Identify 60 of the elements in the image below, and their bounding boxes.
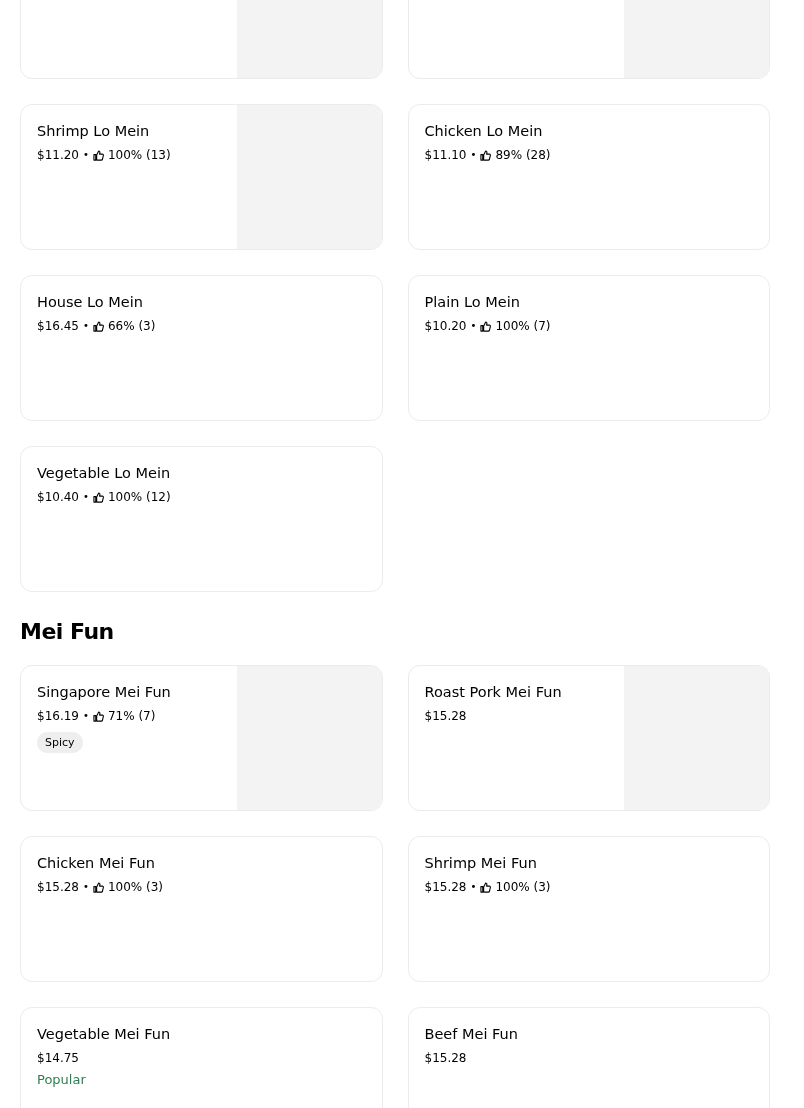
separator-dot: • [83, 148, 89, 162]
item-name: Chicken Mei Fun [37, 854, 155, 873]
spicy-tag: Spicy [37, 732, 83, 753]
menu-item-card[interactable]: Plain Lo Mein $10.20 • 100% (7) [407, 275, 770, 421]
item-rating: 100% (13) [107, 147, 171, 163]
menu-item-card[interactable]: Shrimp Mei Fun $15.28 • 100% (3) [407, 836, 770, 982]
item-price: $11.20 [37, 147, 79, 163]
thumbs-up-icon [92, 320, 104, 332]
item-rating: 66% (3) [107, 318, 156, 334]
item-name: Plain Lo Mein [424, 293, 520, 312]
menu-item-card[interactable]: House Lo Mein $16.45 • 66% (3) [20, 275, 383, 421]
thumbs-up-icon [480, 149, 492, 161]
separator-dot: • [83, 319, 89, 333]
item-name: Singapore Mei Fun [37, 683, 171, 702]
item-name: House Lo Mein [37, 293, 143, 312]
thumbs-up-icon [92, 149, 104, 161]
menu-item-card[interactable]: Roast Pork Mei Fun $15.28 [407, 665, 770, 811]
item-name: Shrimp Mei Fun [424, 854, 537, 873]
item-name: Chicken Lo Mein [424, 122, 543, 141]
item-name: Vegetable Lo Mein [37, 464, 171, 483]
item-price: $16.19 [37, 708, 79, 724]
section-title: Mei Fun [20, 618, 115, 646]
item-rating: 100% (3) [107, 879, 164, 895]
item-name: Vegetable Mei Fun [37, 1025, 171, 1044]
item-price: $10.20 [424, 318, 467, 334]
thumbs-up-icon [92, 710, 104, 722]
thumbs-up-icon [480, 881, 492, 893]
thumbs-up-icon [480, 320, 492, 332]
menu-item-card[interactable]: Shrimp Lo Mein $11.20 • 100% (13) [20, 104, 383, 250]
item-price: $14.75 [37, 1050, 79, 1066]
item-name: Shrimp Lo Mein [37, 122, 150, 141]
separator-dot: • [470, 148, 477, 162]
item-name: Beef Mei Fun [424, 1025, 518, 1044]
menu-item-card[interactable]: Chicken Mei Fun $15.28 • 100% (3) [20, 836, 383, 982]
item-rating: 100% (7) [495, 318, 551, 334]
separator-dot: • [83, 490, 89, 504]
thumbs-up-icon [92, 881, 104, 893]
thumbs-up-icon [92, 491, 104, 503]
item-name: Roast Pork Mei Fun [424, 683, 562, 702]
menu-item-card[interactable]: Beef Mei Fun $15.28 [407, 1007, 770, 1108]
item-rating: 100% (12) [107, 489, 171, 505]
item-rating: 71% (7) [107, 708, 156, 724]
separator-dot: • [83, 880, 89, 894]
menu-item-card[interactable]: Chicken Lo Mein $11.10 • 89% (28) [407, 104, 770, 250]
menu-item-card[interactable]: Vegetable Mei Fun $14.75 Popular [20, 1007, 383, 1108]
item-price: $16.45 [37, 318, 79, 334]
item-price: $15.28 [424, 1050, 467, 1066]
separator-dot: • [470, 319, 477, 333]
item-price: $15.28 [424, 879, 467, 895]
item-price: $15.28 [424, 708, 467, 724]
menu-item-card[interactable]: Singapore Mei Fun $16.19 • 71% (7) Spicy [20, 665, 383, 811]
item-price: $11.10 [424, 147, 467, 163]
item-rating: 89% (28) [495, 147, 551, 163]
separator-dot: • [470, 880, 477, 894]
item-price: $15.28 [37, 879, 79, 895]
menu-item-card[interactable]: Vegetable Lo Mein $10.40 • 100% (12) [20, 446, 383, 592]
popular-label: Popular [37, 1072, 86, 1087]
item-rating: 100% (3) [495, 879, 551, 895]
item-price: $10.40 [37, 489, 79, 505]
separator-dot: • [83, 709, 89, 723]
